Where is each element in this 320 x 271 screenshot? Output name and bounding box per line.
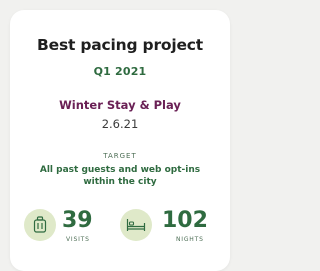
campaign-date: 2.6.21 (101, 117, 139, 131)
campaign-name: Winter Stay & Play (59, 98, 181, 112)
pacing-project-card: Best pacing project Q1 2021 Winter Stay … (10, 10, 230, 271)
bed-icon (120, 209, 152, 241)
visits-value: 39 (62, 208, 93, 233)
period-label: Q1 2021 (93, 65, 147, 78)
card-title: Best pacing project (37, 36, 203, 54)
visits-label: VISITS (66, 236, 90, 243)
nights-label: NIGHTS (176, 236, 204, 243)
nights-value: 102 (162, 208, 208, 233)
target-description: All past guests and web opt-ins within t… (39, 165, 201, 187)
target-heading: TARGET (103, 152, 137, 160)
luggage-icon (24, 209, 56, 241)
